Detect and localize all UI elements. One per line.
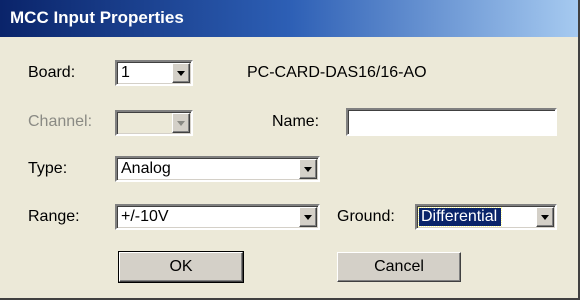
type-select[interactable]: Analog	[115, 156, 320, 182]
window-title: MCC Input Properties	[10, 8, 184, 27]
range-select[interactable]: +/-10V	[115, 204, 320, 230]
device-name: PC-CARD-DAS16/16-AO	[247, 64, 427, 81]
board-select[interactable]: 1	[115, 60, 193, 86]
chevron-down-icon	[177, 71, 185, 76]
ground-select[interactable]: Differential	[415, 204, 557, 230]
channel-select[interactable]	[115, 110, 193, 136]
dialog-window: MCC Input Properties Board: 1 PC-CARD-DA…	[0, 0, 580, 300]
name-input[interactable]	[346, 108, 557, 136]
type-value: Analog	[121, 160, 171, 177]
title-bar[interactable]: MCC Input Properties	[0, 0, 578, 37]
channel-label: Channel:	[28, 113, 93, 130]
ground-value: Differential	[417, 207, 503, 227]
chevron-down-icon	[304, 167, 312, 172]
chevron-down-icon	[177, 121, 185, 126]
type-dropdown-button[interactable]	[299, 159, 317, 179]
board-label: Board:	[28, 64, 76, 81]
range-label: Range:	[28, 208, 80, 225]
range-dropdown-button[interactable]	[299, 207, 317, 227]
name-label: Name:	[272, 113, 320, 130]
range-value: +/-10V	[121, 208, 169, 225]
type-label: Type:	[28, 160, 68, 177]
channel-dropdown-button[interactable]	[172, 113, 190, 133]
chevron-down-icon	[304, 215, 312, 220]
board-value: 1	[121, 64, 130, 81]
chevron-down-icon	[541, 215, 549, 220]
cancel-button[interactable]: Cancel	[337, 252, 461, 282]
ok-button[interactable]: OK	[118, 251, 244, 283]
board-dropdown-button[interactable]	[172, 63, 190, 83]
ground-dropdown-button[interactable]	[536, 207, 554, 227]
ground-label: Ground:	[337, 208, 395, 225]
